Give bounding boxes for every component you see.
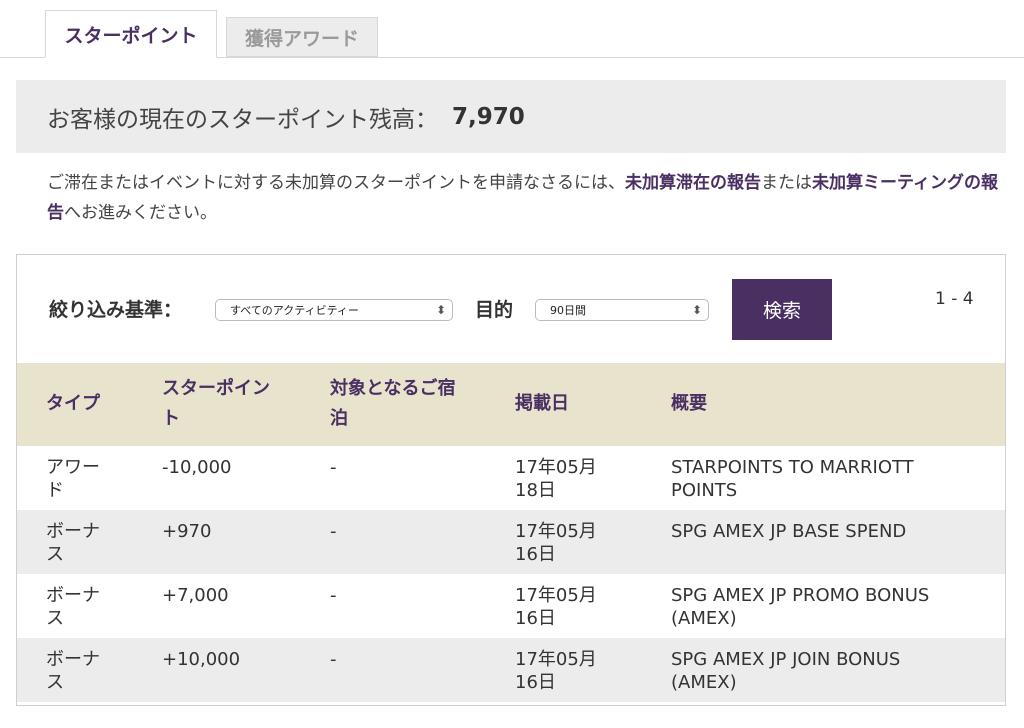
period-select[interactable]: 90日間 ⬍	[535, 299, 709, 321]
cell-stay: -	[330, 585, 337, 606]
cell-summary: SPG AMEX JP JOIN BONUS (AMEX)	[671, 649, 901, 693]
table-row: アワード -10,000 - 17年05月18日 STARPOINTS TO M…	[17, 446, 1005, 510]
select-arrows-icon: ⬍	[435, 303, 446, 317]
table-row: ボーナス +970 - 17年05月16日 SPG AMEX JP BASE S…	[17, 510, 1005, 574]
header-type: タイプ	[46, 393, 100, 414]
note-text-1: ご滞在またはイベントに対する未加算のスターポイントを申請なさるには、	[47, 173, 625, 193]
activity-select[interactable]: すべてのアクティビティー ⬍	[215, 299, 453, 321]
tab-bar: スターポイント 獲得アワード	[0, 0, 1024, 58]
purpose-label: 目的	[475, 299, 514, 321]
cell-stay: -	[330, 649, 337, 670]
cell-stay: -	[330, 457, 337, 478]
cell-type: ボーナス	[46, 649, 100, 693]
activity-panel: 絞り込み基準： すべてのアクティビティー ⬍ 目的 90日間 ⬍ 検索 1 - …	[16, 254, 1006, 706]
cell-date: 17年05月16日	[515, 521, 597, 565]
activity-select-value: すべてのアクティビティー	[230, 304, 359, 317]
cell-date: 17年05月16日	[515, 585, 597, 629]
note-text-3: へお進みください。	[64, 203, 217, 223]
balance-value: 7,970	[452, 103, 525, 130]
tab-awards[interactable]: 獲得アワード	[226, 17, 378, 57]
cell-points: +970	[162, 521, 212, 542]
cell-type: ボーナス	[46, 585, 100, 629]
cell-date: 17年05月16日	[515, 649, 597, 693]
balance-label: お客様の現在のスターポイント残高：	[47, 106, 438, 133]
cell-type: ボーナス	[46, 521, 100, 565]
tab-starpoints[interactable]: スターポイント	[45, 10, 217, 58]
unposted-note: ご滞在またはイベントに対する未加算のスターポイントを申請なさるには、未加算滞在の…	[47, 168, 1007, 228]
cell-stay: -	[330, 521, 337, 542]
period-select-value: 90日間	[550, 304, 586, 317]
cell-summary: SPG AMEX JP PROMO BONUS (AMEX)	[671, 585, 930, 629]
table-row: ボーナス +10,000 - 17年05月16日 SPG AMEX JP JOI…	[17, 638, 1005, 702]
cell-points: -10,000	[162, 457, 232, 478]
select-arrows-icon: ⬍	[691, 303, 702, 317]
cell-summary: STARPOINTS TO MARRIOTT POINTS	[671, 457, 914, 501]
cell-points: +7,000	[162, 585, 229, 606]
search-button[interactable]: 検索	[732, 279, 832, 340]
filter-label: 絞り込み基準：	[49, 299, 183, 321]
missing-stay-link[interactable]: 未加算滞在の報告	[625, 173, 761, 193]
cell-points: +10,000	[162, 649, 241, 670]
table-row: ボーナス +7,000 - 17年05月16日 SPG AMEX JP PROM…	[17, 574, 1005, 638]
cell-summary: SPG AMEX JP BASE SPEND	[671, 521, 907, 542]
header-summary: 概要	[671, 393, 707, 414]
header-posted-date: 掲載日	[515, 393, 569, 414]
balance-banner: お客様の現在のスターポイント残高： 7,970	[16, 80, 1006, 153]
header-eligible-stay: 対象となるご宿泊	[330, 378, 456, 429]
cell-type: アワード	[46, 457, 100, 501]
note-text-2: または	[761, 173, 812, 193]
result-range: 1 - 4	[935, 289, 974, 309]
cell-date: 17年05月18日	[515, 457, 597, 501]
table-header: タイプ スターポイント 対象となるご宿泊 掲載日 概要	[17, 363, 1005, 446]
header-starpoints: スターポイント	[162, 378, 270, 429]
